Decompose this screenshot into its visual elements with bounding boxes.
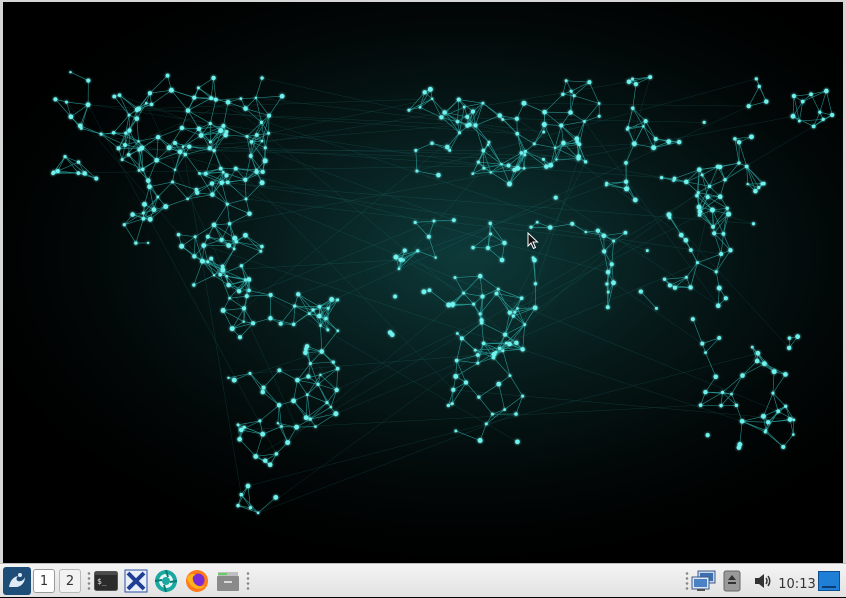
panel-drag-handle[interactable] (87, 571, 91, 591)
panel-drag-handle[interactable] (685, 571, 689, 591)
browser-launcher[interactable] (153, 567, 179, 595)
volume-tray-button[interactable] (752, 567, 774, 595)
svg-text:$_: $_ (97, 577, 107, 586)
workspace-2-label: 2 (66, 574, 74, 589)
network-nodes (51, 71, 834, 514)
firefox-launcher[interactable] (184, 567, 210, 595)
removable-drive-tray-button[interactable] (721, 567, 743, 595)
network-icon (691, 570, 717, 592)
show-desktop-icon (818, 571, 840, 591)
firefox-icon (185, 569, 209, 593)
clock[interactable]: 10:13 (778, 570, 816, 598)
terminal-launcher[interactable]: $_ (93, 567, 119, 595)
network-long-links (53, 77, 832, 513)
workspace-1-label: 1 (40, 574, 48, 589)
terminal-icon: $_ (94, 571, 118, 591)
whisker-menu-button[interactable] (3, 567, 31, 595)
mouse-cursor-icon (527, 232, 539, 250)
settings-launcher[interactable] (123, 567, 149, 595)
workspace-2-button[interactable]: 2 (59, 569, 81, 593)
clock-label: 10:13 (778, 577, 815, 592)
removable-drive-icon (723, 570, 741, 592)
xfce-settings-icon (124, 569, 148, 593)
taskbar: 1 2 $_ (0, 563, 846, 597)
panel-drag-handle[interactable] (246, 571, 250, 591)
app-menu-icon (3, 567, 31, 595)
browser-icon (154, 569, 178, 593)
file-manager-launcher[interactable] (215, 567, 241, 595)
world-network-wallpaper (3, 2, 843, 563)
network-edges (53, 72, 832, 513)
volume-icon (753, 572, 773, 590)
file-manager-icon (216, 570, 240, 592)
network-tray-button[interactable] (690, 567, 718, 595)
desktop[interactable] (3, 2, 843, 563)
show-desktop-button[interactable] (817, 567, 841, 595)
workspace-1-button[interactable]: 1 (33, 569, 55, 593)
